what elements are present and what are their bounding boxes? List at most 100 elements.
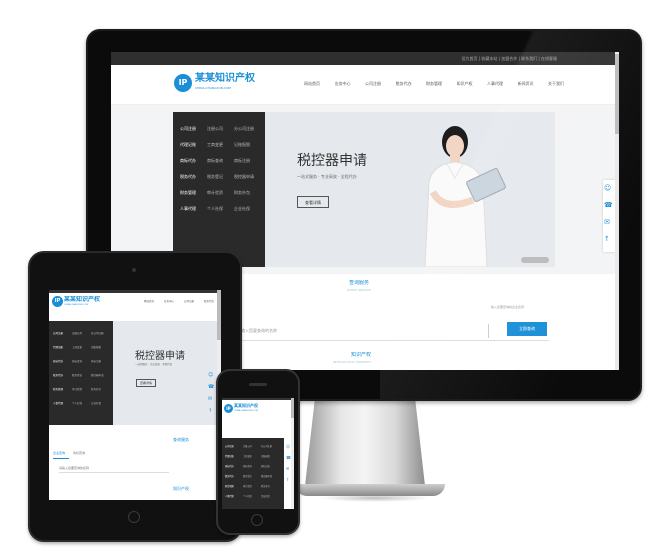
top-links[interactable]: 设为首页 | 收藏本站 | 加盟合作 | 联系我们 | 在线客服 <box>461 56 557 62</box>
menu-item-1-2[interactable]: 记账报税 <box>91 345 101 350</box>
phone-icon[interactable]: ☎ <box>208 384 214 390</box>
tablet-brand-name[interactable]: 某某知识产权 <box>64 296 100 303</box>
menu-item-3-2[interactable]: 税控器申请 <box>91 373 104 378</box>
menu-item-1-1[interactable]: 工商变更 <box>243 454 252 459</box>
menu-item-2-1[interactable]: 商标查询 <box>243 464 252 469</box>
menu-item-2-0[interactable]: 商标代办 <box>53 359 63 364</box>
nav-item-8[interactable]: 关于我们 <box>548 81 564 89</box>
menu-item-3-2[interactable]: 税控器申请 <box>261 474 272 479</box>
top-icon[interactable]: ↑ <box>286 477 289 482</box>
menu-item-2-0[interactable]: 商标代办 <box>180 158 196 163</box>
menu-item-4-2[interactable]: 财务外包 <box>91 387 101 392</box>
phone-brand-name[interactable]: 某某知识产权 <box>234 403 258 408</box>
chat-icon[interactable]: ✉ <box>208 396 212 402</box>
menu-item-0-1[interactable]: 注册公司 <box>243 444 252 449</box>
menu-item-0-1[interactable]: 注册公司 <box>207 126 223 131</box>
menu-item-3-0[interactable]: 税务代办 <box>180 174 196 179</box>
menu-item-3-2[interactable]: 税控器申请 <box>234 174 254 179</box>
menu-item-5-1[interactable]: 个人社保 <box>72 401 82 406</box>
menu-item-4-0[interactable]: 财务管理 <box>53 387 63 392</box>
chat-icon[interactable]: ✉ <box>604 218 610 226</box>
query-divider <box>239 340 549 341</box>
menu-item-2-1[interactable]: 商标查询 <box>72 359 82 364</box>
menu-item-4-0[interactable]: 财务管理 <box>225 484 234 489</box>
menu-item-2-2[interactable]: 商标注册 <box>234 158 250 163</box>
user-icon[interactable]: ☺ <box>208 372 213 378</box>
menu-item-2-2[interactable]: 商标注册 <box>91 359 101 364</box>
query-note: 输入您要查询的企业名称 <box>491 305 525 309</box>
menu-item-1-0[interactable]: 代理记账 <box>225 454 234 459</box>
user-icon[interactable]: ☺ <box>604 184 611 192</box>
tablet-query-input[interactable]: 请输入您要查询的名称 <box>59 466 169 473</box>
nav-item-2[interactable]: 公司注册 <box>184 299 194 304</box>
nav-item-1[interactable]: 业务中心 <box>164 299 174 304</box>
banner-detail-button[interactable]: 查看详情 <box>297 196 329 208</box>
nav-item-0[interactable]: 网站首页 <box>144 299 154 304</box>
menu-item-1-0[interactable]: 代理记账 <box>180 142 196 147</box>
tablet-home-button[interactable] <box>128 511 140 523</box>
tablet-logo-icon[interactable]: IP <box>52 296 63 307</box>
menu-item-2-2[interactable]: 商标注册 <box>261 464 270 469</box>
top-icon[interactable]: ↑ <box>604 235 610 243</box>
top-icon[interactable]: ↑ <box>208 408 212 414</box>
menu-item-3-0[interactable]: 税务代办 <box>53 373 63 378</box>
menu-item-5-2[interactable]: 企业社保 <box>261 494 270 499</box>
menu-item-1-2[interactable]: 记账报税 <box>234 142 250 147</box>
nav-item-5[interactable]: 知识产权 <box>457 81 473 89</box>
menu-item-3-1[interactable]: 税务登记 <box>207 174 223 179</box>
menu-item-0-0[interactable]: 公司注册 <box>225 444 234 449</box>
menu-item-1-1[interactable]: 工商变更 <box>207 142 223 147</box>
nav-item-3[interactable]: 税务代办 <box>204 299 214 304</box>
menu-item-3-1[interactable]: 税务登记 <box>243 474 252 479</box>
menu-item-5-2[interactable]: 企业社保 <box>234 206 250 211</box>
banner-pagination[interactable] <box>521 257 549 263</box>
menu-item-5-0[interactable]: 人事代理 <box>225 494 234 499</box>
brand-name[interactable]: 某某知识产权 <box>195 73 255 85</box>
menu-item-0-2[interactable]: 分公司注册 <box>234 126 254 131</box>
nav-item-0[interactable]: 网站首页 <box>304 81 320 89</box>
chat-icon[interactable]: ✉ <box>286 466 289 471</box>
query-input[interactable]: 请输入您要查询的名称 <box>237 324 489 338</box>
menu-item-5-1[interactable]: 个人社保 <box>243 494 252 499</box>
menu-item-2-0[interactable]: 商标代办 <box>225 464 234 469</box>
user-icon[interactable]: ☺ <box>286 444 290 449</box>
menu-item-4-2[interactable]: 财务外包 <box>261 484 270 489</box>
logo-icon[interactable]: IP <box>174 74 192 92</box>
query-tab-0[interactable]: 企业查询 <box>53 451 65 455</box>
menu-item-1-2[interactable]: 记账报税 <box>261 454 270 459</box>
nav-item-6[interactable]: 人事代理 <box>487 81 503 89</box>
phone-icon[interactable]: ☎ <box>604 201 613 209</box>
menu-item-0-2[interactable]: 分公司注册 <box>261 444 272 449</box>
menu-item-5-0[interactable]: 人事代理 <box>180 206 196 211</box>
menu-item-4-1[interactable]: 审计验资 <box>72 387 82 392</box>
menu-item-1-1[interactable]: 工商变更 <box>72 345 82 350</box>
nav-item-3[interactable]: 税务代办 <box>396 81 412 89</box>
menu-item-1-0[interactable]: 代理记账 <box>53 345 63 350</box>
menu-item-0-1[interactable]: 注册公司 <box>72 331 82 336</box>
scrollbar[interactable] <box>615 52 619 370</box>
nav-item-4[interactable]: 财务管理 <box>426 81 442 89</box>
menu-item-4-1[interactable]: 审计验资 <box>207 190 223 195</box>
menu-item-3-1[interactable]: 税务登记 <box>72 373 82 378</box>
menu-item-4-1[interactable]: 审计验资 <box>243 484 252 489</box>
menu-item-5-1[interactable]: 个人社保 <box>207 206 223 211</box>
phone-home-button[interactable] <box>251 514 263 526</box>
query-button[interactable]: 立即查询 <box>507 322 547 336</box>
menu-item-0-0[interactable]: 公司注册 <box>180 126 196 131</box>
menu-item-4-2[interactable]: 财务外包 <box>234 190 250 195</box>
nav-item-2[interactable]: 公司注册 <box>365 81 381 89</box>
nav-item-7[interactable]: 新闻资讯 <box>518 81 534 89</box>
tablet-category-menu: 公司注册 注册公司 分公司注册代理记账 工商变更 记账报税商标代办 商标查询 商标注册税务代… <box>49 321 113 425</box>
nav-item-1[interactable]: 业务中心 <box>335 81 351 89</box>
phone-scrollbar[interactable] <box>291 398 294 509</box>
menu-item-2-1[interactable]: 商标查询 <box>207 158 223 163</box>
query-tab-1[interactable]: 商标查询 <box>73 451 85 455</box>
menu-item-0-0[interactable]: 公司注册 <box>53 331 63 336</box>
menu-item-3-0[interactable]: 税务代办 <box>225 474 234 479</box>
menu-item-4-0[interactable]: 财务管理 <box>180 190 196 195</box>
menu-item-0-2[interactable]: 分公司注册 <box>91 331 104 336</box>
tablet-banner-button[interactable]: 查看详情 <box>136 379 156 387</box>
menu-item-5-2[interactable]: 企业社保 <box>91 401 101 406</box>
phone-logo-icon[interactable]: IP <box>224 404 233 413</box>
menu-item-5-0[interactable]: 人事代理 <box>53 401 63 406</box>
